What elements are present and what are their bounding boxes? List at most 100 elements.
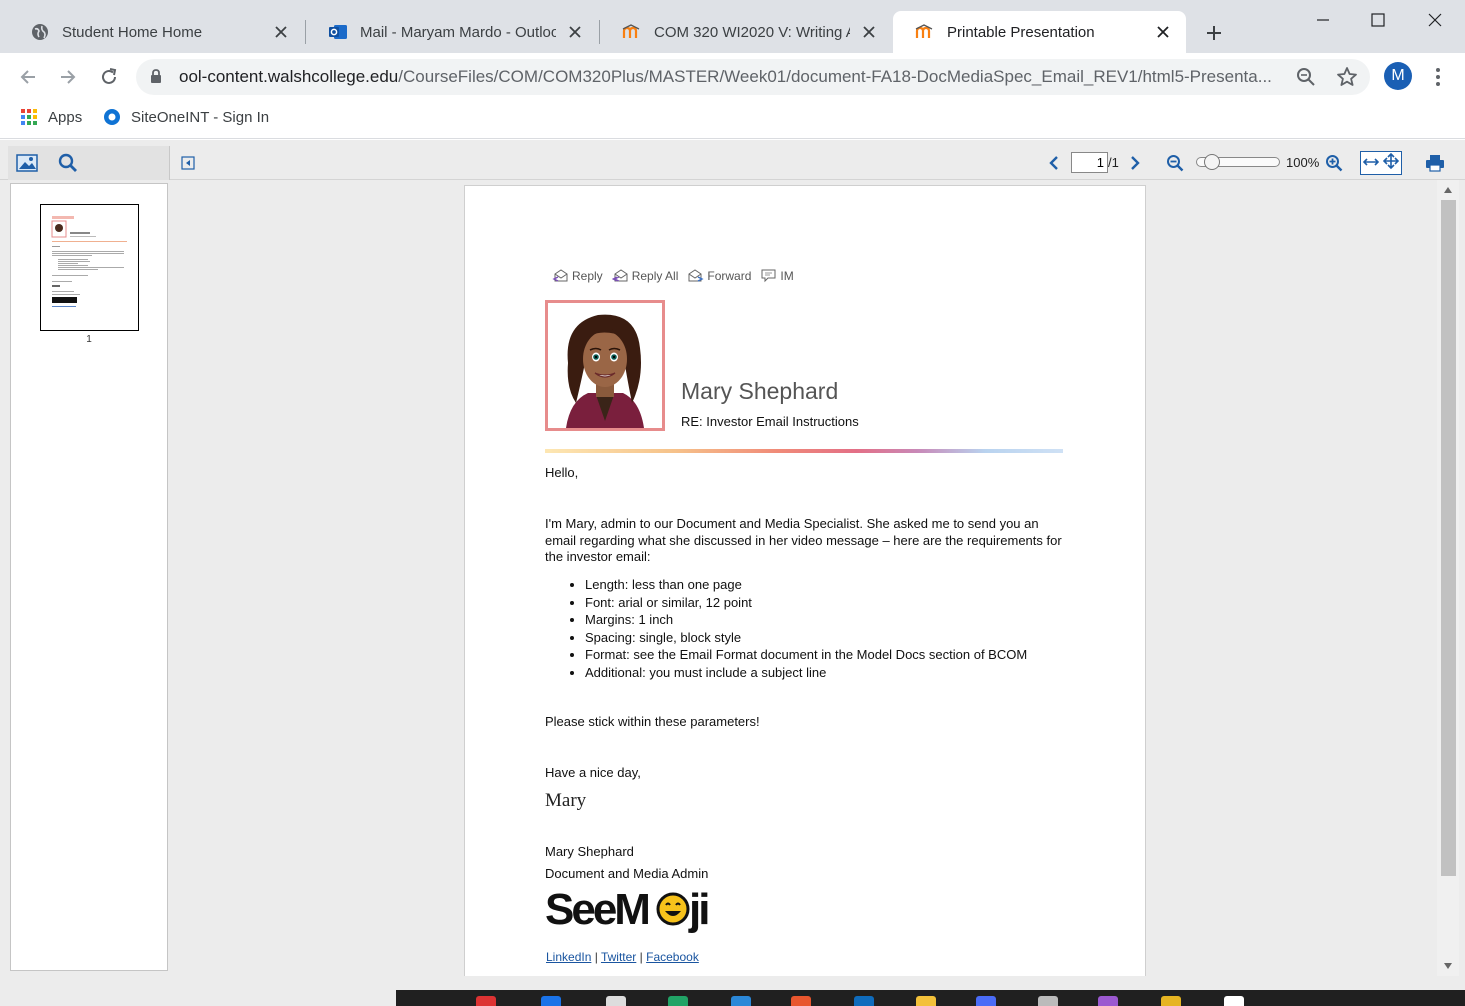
bookmark-apps[interactable]: Apps <box>20 108 82 126</box>
minimize-button[interactable] <box>1308 6 1338 34</box>
page-thumbnail[interactable] <box>40 204 139 331</box>
im-action[interactable]: IM <box>760 268 794 283</box>
document-canvas[interactable]: Reply Reply All Forward IM Mary Shephard… <box>171 180 1437 976</box>
apps-grid-icon <box>20 108 38 126</box>
url-host: ool-content.walshcollege.edu <box>179 67 399 86</box>
search-icon <box>58 153 77 172</box>
page-number-input[interactable] <box>1071 152 1108 173</box>
tab-outlook-mail[interactable]: Mail - Maryam Mardo - Outlook <box>306 11 598 53</box>
vertical-scrollbar[interactable] <box>1437 180 1459 976</box>
url-text[interactable]: ool-content.walshcollege.edu/CourseFiles… <box>179 67 1279 87</box>
profile-avatar[interactable]: M <box>1384 62 1412 90</box>
document-page: Reply Reply All Forward IM Mary Shephard… <box>464 185 1146 976</box>
reply-all-action[interactable]: Reply All <box>611 268 678 283</box>
taskbar-app-icon[interactable] <box>1224 996 1244 1006</box>
tab-student-home[interactable]: Student Home Home <box>8 11 304 53</box>
print-button[interactable] <box>1424 152 1446 174</box>
requirements-list: Length: less than one page Font: arial o… <box>585 576 1027 681</box>
signature-title: Document and Media Admin <box>545 866 709 881</box>
linkedin-link[interactable]: LinkedIn <box>546 950 591 964</box>
taskbar-app-icon[interactable] <box>854 996 874 1006</box>
next-page-button[interactable] <box>1127 152 1143 174</box>
bookmarks-bar: Apps SiteOneINT - Sign In <box>0 101 1465 139</box>
thumbnails-tab[interactable] <box>15 152 39 174</box>
scroll-up-icon[interactable] <box>1442 184 1454 196</box>
taskbar-app-icon[interactable] <box>606 996 626 1006</box>
maximize-icon <box>1371 13 1385 27</box>
scroll-down-icon[interactable] <box>1442 960 1454 972</box>
list-item: Length: less than one page <box>585 576 1027 594</box>
signoff: Have a nice day, <box>545 765 641 780</box>
back-button[interactable] <box>14 63 42 91</box>
list-item: Format: see the Email Format document in… <box>585 646 1027 664</box>
previous-page-button[interactable] <box>1046 152 1062 174</box>
taskbar-app-icon[interactable] <box>1098 996 1118 1006</box>
chat-bubble-icon <box>761 269 776 283</box>
thumbnail-page-number: 1 <box>86 334 92 345</box>
taskbar-app-icon[interactable] <box>476 996 496 1006</box>
kebab-menu-icon <box>1436 68 1440 86</box>
reply-action[interactable]: Reply <box>552 268 603 283</box>
arrow-left-icon <box>20 70 35 84</box>
thumbnail-panel: 1 <box>10 183 168 971</box>
tab-com320-course[interactable]: COM 320 WI2020 V: Writing Ass <box>600 11 892 53</box>
taskbar-app-icon[interactable] <box>541 996 561 1006</box>
close-icon[interactable] <box>1154 23 1172 41</box>
twitter-link[interactable]: Twitter <box>601 950 636 964</box>
greeting: Hello, <box>545 465 579 480</box>
zoom-out-icon <box>1167 155 1184 172</box>
forward-action[interactable]: Forward <box>687 268 751 283</box>
im-label: IM <box>780 268 794 283</box>
bookmark-label: SiteOneINT - Sign In <box>131 108 270 126</box>
script-signature: Mary <box>545 790 587 811</box>
bookmark-star-icon[interactable] <box>1336 66 1358 93</box>
toggle-sidebar-button[interactable] <box>179 152 197 174</box>
outlook-icon <box>328 22 348 42</box>
close-icon[interactable] <box>566 23 584 41</box>
bookmark-siteoneint[interactable]: SiteOneINT - Sign In <box>103 108 269 126</box>
reload-button[interactable] <box>95 63 123 91</box>
zoom-in-button[interactable] <box>1324 152 1344 174</box>
forward-label: Forward <box>707 268 752 283</box>
maximize-button[interactable] <box>1363 6 1393 34</box>
list-item: Margins: 1 inch <box>585 611 1027 629</box>
forward-button[interactable] <box>54 63 82 91</box>
sidebar-tab-bar <box>8 146 170 180</box>
close-icon[interactable] <box>860 23 878 41</box>
page-total: /1 <box>1108 155 1119 170</box>
search-tab[interactable] <box>56 152 80 174</box>
taskbar-app-icon[interactable] <box>791 996 811 1006</box>
arrow-right-icon <box>61 70 76 84</box>
collapse-panel-icon <box>181 156 195 170</box>
close-icon[interactable] <box>272 23 290 41</box>
taskbar-app-icon[interactable] <box>731 996 751 1006</box>
printer-icon <box>1426 155 1444 172</box>
new-tab-button[interactable] <box>1200 19 1228 47</box>
fit-width-icon[interactable] <box>1362 154 1380 172</box>
zoom-out-button[interactable] <box>1165 152 1185 174</box>
reply-label: Reply <box>572 268 603 283</box>
document-viewer: /1 100% <box>0 140 1465 1006</box>
chevron-left-icon <box>1049 156 1058 170</box>
window-close-button[interactable] <box>1420 6 1450 34</box>
intro-paragraph: I'm Mary, admin to our Document and Medi… <box>545 516 1062 564</box>
closing-request: Please stick within these parameters! <box>545 714 760 729</box>
facebook-link[interactable]: Facebook <box>646 950 699 964</box>
taskbar-app-icon[interactable] <box>668 996 688 1006</box>
magnifier-zoom-icon[interactable] <box>1296 67 1316 92</box>
taskbar-app-icon[interactable] <box>916 996 936 1006</box>
taskbar-app-icon[interactable] <box>1038 996 1058 1006</box>
address-bar[interactable]: ool-content.walshcollege.edu/CourseFiles… <box>136 59 1370 95</box>
browser-menu-button[interactable] <box>1428 65 1448 89</box>
taskbar-app-icon[interactable] <box>976 996 996 1006</box>
seemoji-logo: SeeM ji <box>545 884 725 934</box>
scrollbar-thumb[interactable] <box>1441 200 1456 876</box>
list-item: Additional: you must include a subject l… <box>585 664 1027 682</box>
svg-text:ji: ji <box>688 885 708 934</box>
lock-icon[interactable] <box>150 69 162 89</box>
tab-printable-presentation[interactable]: Printable Presentation <box>893 11 1186 53</box>
zoom-slider-handle[interactable] <box>1204 154 1221 170</box>
taskbar-app-icon[interactable] <box>1161 996 1181 1006</box>
fit-page-icon[interactable] <box>1382 152 1400 174</box>
reply-icon <box>552 269 568 282</box>
